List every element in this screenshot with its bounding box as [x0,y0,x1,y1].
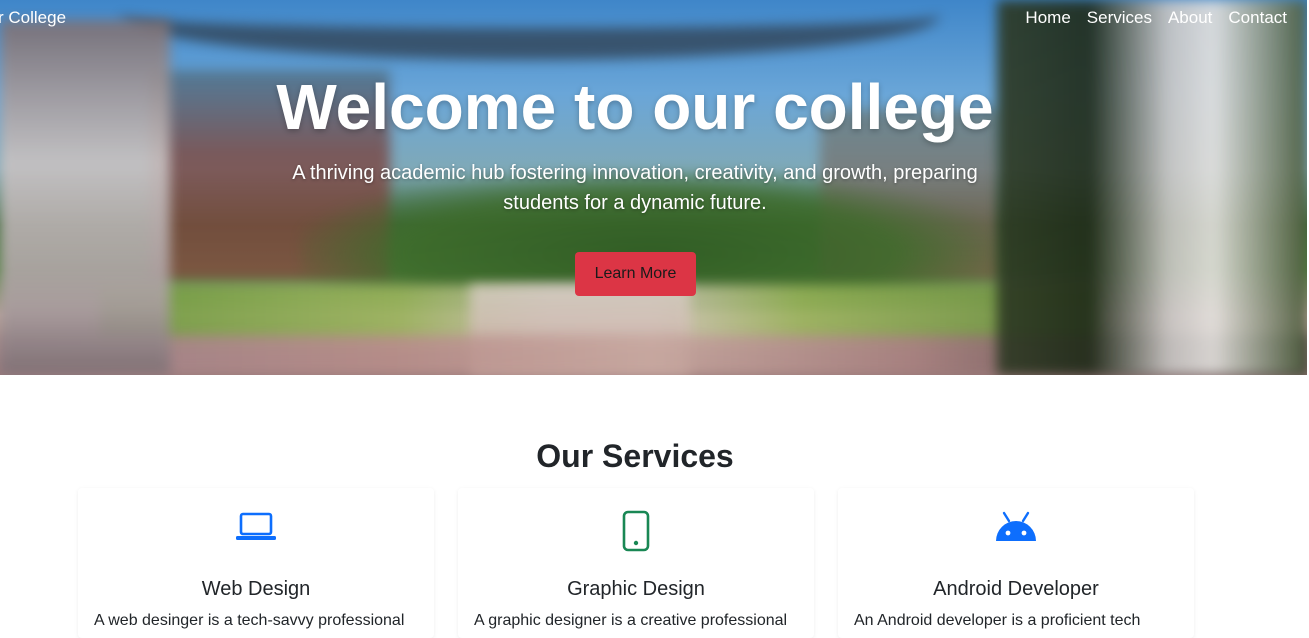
hero-background-gate-right [997,0,1307,375]
service-card-title: Graphic Design [567,578,705,600]
laptop-icon [236,512,276,540]
hero-section: r College Home Services About Contact We… [0,0,1307,375]
service-card-title: Android Developer [933,578,1099,600]
hero-background-arch [120,0,940,60]
service-card-text: A graphic designer is a creative profess… [474,612,788,629]
service-card-graphic-design: Graphic Design A graphic designer is a c… [458,488,814,638]
learn-more-button[interactable]: Learn More [575,252,696,296]
brand-name[interactable]: r College [0,8,66,28]
service-card-text: An Android developer is a proficient tec… [854,612,1141,629]
phone-icon [622,510,650,552]
nav-services[interactable]: Services [1087,8,1152,28]
hero-title: Welcome to our college [276,71,994,143]
service-card-android-developer: Android Developer An Android developer i… [838,488,1194,638]
hero-subtitle: A thriving academic hub fostering innova… [292,162,978,214]
android-icon [996,511,1036,541]
main-nav: Home Services About Contact [1025,8,1287,28]
nav-home[interactable]: Home [1025,8,1070,28]
nav-contact[interactable]: Contact [1228,8,1287,28]
service-card-text: A web desinger is a tech-savvy professio… [94,612,405,629]
service-card-title: Web Design [201,578,311,600]
service-card-web-design: Web Design A web desinger is a tech-savv… [78,488,434,638]
services-title: Our Services [536,438,734,474]
nav-about[interactable]: About [1168,8,1212,28]
